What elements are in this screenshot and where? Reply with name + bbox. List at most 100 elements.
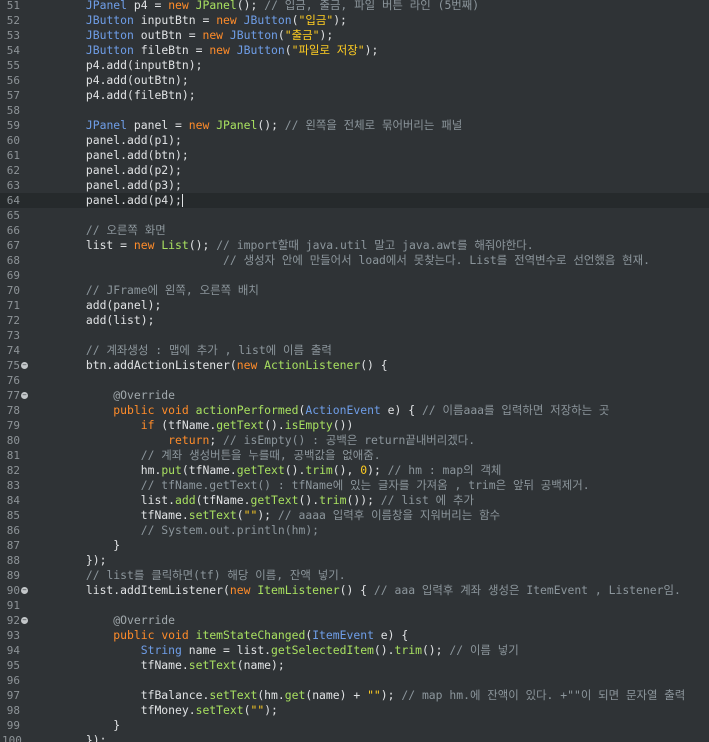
code-line[interactable]: 63 panel.add(p3); xyxy=(0,178,709,193)
line-number: 90 xyxy=(6,584,20,597)
code-line[interactable]: 96 xyxy=(0,673,709,688)
code-line[interactable]: 60 panel.add(p1); xyxy=(0,133,709,148)
code-text: // tfName.getText() : tfName에 있는 글자를 가져옴… xyxy=(140,478,590,492)
code-line[interactable]: 69 xyxy=(0,268,709,283)
code-line[interactable]: 89 // list를 클릭하면(tf) 해당 이름, 잔액 넣기. xyxy=(0,568,709,583)
code-line[interactable]: 64 panel.add(p4); xyxy=(0,193,709,208)
code-line[interactable]: 86 // System.out.println(hm); xyxy=(0,523,709,538)
code-text: JPanel p4 = new JPanel(); // 입금, 출금, 파일 … xyxy=(85,0,480,12)
code-line[interactable]: 55 p4.add(inputBtn); xyxy=(0,58,709,73)
line-number: 73 xyxy=(6,329,20,342)
code-text: p4.add(outBtn); xyxy=(31,73,189,87)
code-line[interactable]: 68 // 생성자 안에 만들어서 load에서 못찾는다. List를 전역변… xyxy=(0,253,709,268)
line-number: 78 xyxy=(6,404,20,417)
code-text: add(panel); xyxy=(31,298,162,312)
code-text: panel.add(p4); xyxy=(31,193,183,207)
code-line[interactable]: 61 panel.add(btn); xyxy=(0,148,709,163)
code-line[interactable]: 72 add(list); xyxy=(0,313,709,328)
code-line[interactable]: 77− @Override xyxy=(0,388,709,403)
code-line[interactable]: 84 list.add(tfName.getText().trim()); //… xyxy=(0,493,709,508)
code-text: // list를 클릭하면(tf) 해당 이름, 잔액 넣기. xyxy=(85,568,346,582)
code-text: if (tfName.getText().isEmpty()) xyxy=(140,418,354,432)
code-text: list = new List(); // import할때 java.util… xyxy=(31,238,534,252)
code-text: p4.add(fileBtn); xyxy=(31,88,196,102)
code-line[interactable]: 76 xyxy=(0,373,709,388)
code-line[interactable]: 74 // 계좌생성 : 맵에 추가 , list에 이름 출력 xyxy=(0,343,709,358)
line-number: 81 xyxy=(6,449,20,462)
code-line[interactable]: 92− @Override xyxy=(0,613,709,628)
code-line[interactable]: 88 }); xyxy=(0,553,709,568)
code-line[interactable]: 73 xyxy=(0,328,709,343)
code-line[interactable]: 82 hm.put(tfName.getText().trim(), 0); /… xyxy=(0,463,709,478)
code-line[interactable]: 71 add(panel); xyxy=(0,298,709,313)
line-number: 71 xyxy=(6,299,20,312)
code-line[interactable]: 85 tfName.setText(""); // aaaa 입력후 이름창을 … xyxy=(0,508,709,523)
line-number: 82 xyxy=(6,464,20,477)
line-number: 72 xyxy=(6,314,20,327)
line-number: 93 xyxy=(6,629,20,642)
line-number: 69 xyxy=(6,269,20,282)
code-line[interactable]: 62 panel.add(p2); xyxy=(0,163,709,178)
code-line[interactable]: 78 public void actionPerformed(ActionEve… xyxy=(0,403,709,418)
code-text: return; // isEmpty() : 공백은 return끝내버리겠다. xyxy=(168,433,476,447)
code-line[interactable]: 56 p4.add(outBtn); xyxy=(0,73,709,88)
line-number: 98 xyxy=(6,704,20,717)
code-line[interactable]: 81 // 계좌 생성버튼을 누를때, 공백값을 없애줌. xyxy=(0,448,709,463)
line-number: 64 xyxy=(6,194,20,207)
code-line[interactable]: 54 JButton fileBtn = new JButton("파일로 저장… xyxy=(0,43,709,58)
code-line[interactable]: 58 xyxy=(0,103,709,118)
code-line[interactable]: 65 xyxy=(0,208,709,223)
code-line[interactable]: 97 tfBalance.setText(hm.get(name) + "");… xyxy=(0,688,709,703)
code-line[interactable]: 90− list.addItemListener(new ItemListene… xyxy=(0,583,709,598)
code-line[interactable]: 52 JButton inputBtn = new JButton("입금"); xyxy=(0,13,709,28)
line-number: 53 xyxy=(6,29,20,42)
code-text: JPanel panel = new JPanel(); // 왼쪽을 전체로 … xyxy=(85,118,463,132)
code-text: tfName.setText(""); // aaaa 입력후 이름창을 지워버… xyxy=(31,508,501,522)
code-line[interactable]: 75− btn.addActionListener(new ActionList… xyxy=(0,358,709,373)
code-editor[interactable]: 51 JPanel p4 = new JPanel(); // 입금, 출금, … xyxy=(0,0,709,742)
code-text: // JFrame에 왼쪽, 오른쪽 배치 xyxy=(85,283,259,297)
text-caret xyxy=(181,194,183,207)
code-line[interactable]: 51 JPanel p4 = new JPanel(); // 입금, 출금, … xyxy=(0,0,709,13)
code-text: tfName.setText(name); xyxy=(31,658,285,672)
code-line[interactable]: 94 String name = list.getSelectedItem().… xyxy=(0,643,709,658)
code-line[interactable]: 57 p4.add(fileBtn); xyxy=(0,88,709,103)
code-text: // 생성자 안에 만들어서 load에서 못찾는다. List를 전역변수로 … xyxy=(31,253,650,267)
code-line[interactable]: 95 tfName.setText(name); xyxy=(0,658,709,673)
code-line[interactable]: 99 } xyxy=(0,718,709,733)
fold-toggle-icon[interactable]: − xyxy=(21,617,28,624)
code-line[interactable]: 83 // tfName.getText() : tfName에 있는 글자를 … xyxy=(0,478,709,493)
code-line[interactable]: 100 }); xyxy=(0,733,709,742)
code-line[interactable]: 87 } xyxy=(0,538,709,553)
line-number: 96 xyxy=(6,674,20,687)
code-line[interactable]: 80 return; // isEmpty() : 공백은 return끝내버리… xyxy=(0,433,709,448)
code-line[interactable]: 70 // JFrame에 왼쪽, 오른쪽 배치 xyxy=(0,283,709,298)
code-line[interactable]: 91 xyxy=(0,598,709,613)
line-number: 63 xyxy=(6,179,20,192)
line-number: 60 xyxy=(6,134,20,147)
line-number: 97 xyxy=(6,689,20,702)
code-text: p4.add(inputBtn); xyxy=(31,58,203,72)
line-number: 52 xyxy=(6,14,20,27)
code-text: tfMoney.setText(""); xyxy=(31,703,278,717)
line-number: 79 xyxy=(6,419,20,432)
code-text: public void itemStateChanged(ItemEvent e… xyxy=(113,628,409,642)
code-text: } xyxy=(31,718,121,732)
line-number: 92 xyxy=(6,614,20,627)
line-number: 67 xyxy=(6,239,20,252)
code-line[interactable]: 59 JPanel panel = new JPanel(); // 왼쪽을 전… xyxy=(0,118,709,133)
fold-toggle-icon[interactable]: − xyxy=(21,392,28,399)
line-number: 91 xyxy=(6,599,20,612)
code-line[interactable]: 53 JButton outBtn = new JButton("출금"); xyxy=(0,28,709,43)
code-line[interactable]: 66 // 오른쪽 화면 xyxy=(0,223,709,238)
code-line[interactable]: 98 tfMoney.setText(""); xyxy=(0,703,709,718)
code-line[interactable]: 79 if (tfName.getText().isEmpty()) xyxy=(0,418,709,433)
fold-toggle-icon[interactable]: − xyxy=(21,587,28,594)
line-number: 55 xyxy=(6,59,20,72)
line-number: 61 xyxy=(6,149,20,162)
fold-toggle-icon[interactable]: − xyxy=(21,362,28,369)
code-line[interactable]: 67 list = new List(); // import할때 java.u… xyxy=(0,238,709,253)
code-line[interactable]: 93 public void itemStateChanged(ItemEven… xyxy=(0,628,709,643)
code-text: @Override xyxy=(113,613,176,627)
line-number: 76 xyxy=(6,374,20,387)
